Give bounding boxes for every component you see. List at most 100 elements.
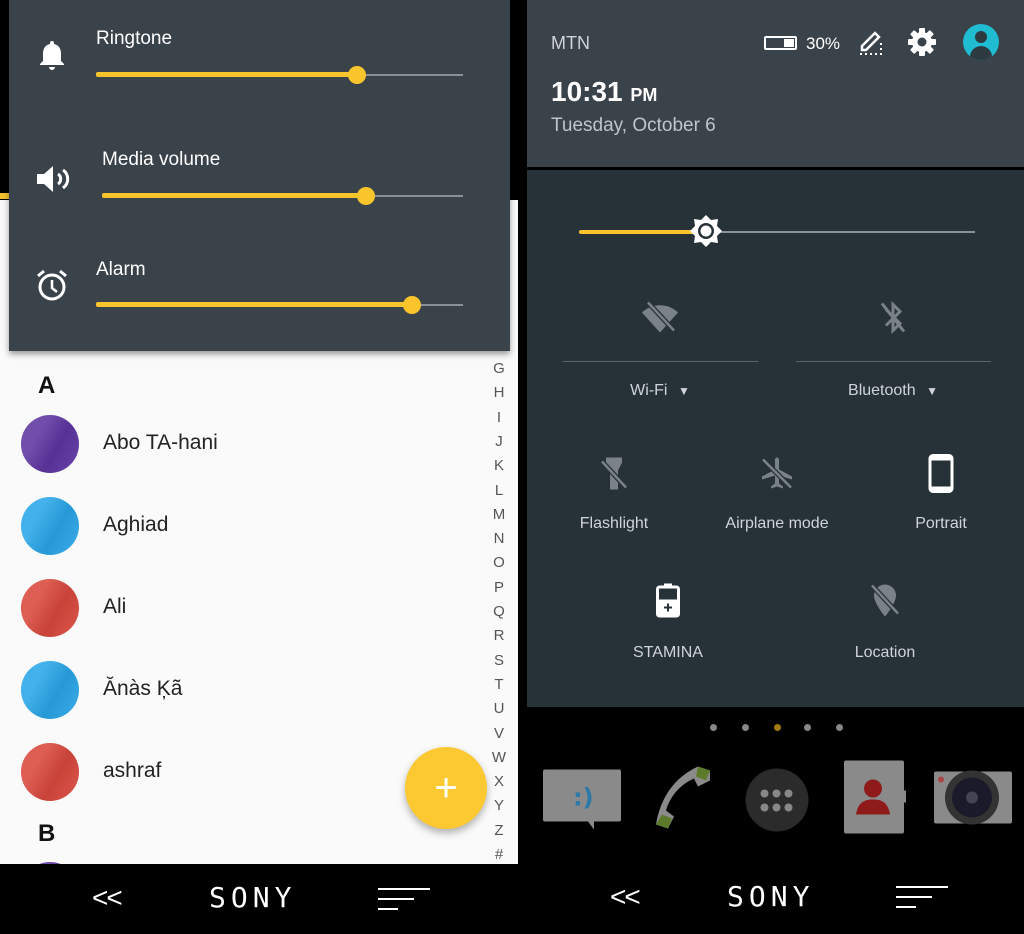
camera-icon[interactable] [934,770,1012,831]
index-letter[interactable]: I [489,409,509,426]
navigation-bar: << SONY [0,864,518,934]
page-indicator-dot[interactable] [710,724,717,731]
media-volume-label: Media volume [102,149,221,170]
app-drawer-icon[interactable] [745,768,809,832]
airplane-off-icon[interactable] [759,456,795,497]
page-indicator-dot[interactable] [742,724,749,731]
contact-row[interactable]: ashraf [0,743,470,801]
tile-label[interactable]: Airplane mode [725,515,828,533]
tile-bluetooth-label[interactable]: Bluetooth ▼ [848,382,938,400]
index-letter[interactable]: R [489,627,509,644]
carrier-name: MTN [551,33,590,53]
bluetooth-off-icon[interactable] [878,300,908,341]
contact-row[interactable]: Ănàs Ķã [0,661,470,719]
tile-label[interactable]: Flashlight [580,515,648,533]
recents-button[interactable] [378,888,430,918]
time-ampm: PM [630,85,658,105]
home-button[interactable]: SONY [209,881,296,914]
battery-percent: 30% [806,34,841,53]
dropdown-arrow-icon[interactable]: ▼ [926,384,938,398]
index-letter[interactable]: K [489,457,509,474]
contact-name: Ali [103,595,127,618]
contact-name: ashraf [103,759,162,782]
volume-panel: Ringtone Media volume Alarm [9,0,510,351]
phone-icon[interactable] [652,765,718,836]
contact-row[interactable]: Aghiad [0,497,470,555]
speaker-icon [34,159,74,199]
avatar [21,497,79,555]
dropdown-arrow-icon[interactable]: ▼ [678,384,690,398]
ringtone-slider[interactable] [96,66,463,84]
back-button[interactable]: << [610,881,641,913]
index-letter[interactable]: U [489,700,509,717]
index-letter[interactable]: L [489,482,509,499]
tile-label: Wi-Fi [630,382,668,399]
stamina-battery-icon[interactable] [656,583,680,623]
plus-icon: + [434,765,458,810]
notification-header: MTN 30% 10:31 PM Tuesday, October 6 [527,0,1024,167]
tile-wi-fi-label[interactable]: Wi-Fi ▼ [630,382,690,400]
index-letter[interactable]: P [489,579,509,596]
alarm-slider[interactable] [96,296,463,314]
index-letter[interactable]: X [489,773,509,790]
avatar [21,743,79,801]
wifi-off-icon[interactable] [640,300,680,340]
time-value: 10:31 [551,76,623,107]
page-indicator-dot[interactable] [774,724,781,731]
section-header-a: A [38,372,56,399]
index-letter[interactable]: O [489,554,509,571]
user-avatar-icon[interactable] [963,24,999,60]
index-letter[interactable]: V [489,725,509,742]
index-letter[interactable]: G [489,360,509,377]
index-letter[interactable]: S [489,652,509,669]
index-letter[interactable]: Z [489,822,509,839]
brightness-sun-icon[interactable] [688,213,724,254]
index-letter[interactable]: # [489,846,509,863]
edit-icon[interactable] [858,28,884,61]
bell-icon [32,35,72,75]
index-letter[interactable]: Q [489,603,509,620]
avatar [21,661,79,719]
media-volume-slider[interactable] [102,187,463,205]
contact-name: Ănàs Ķã [103,677,183,700]
slider-thumb[interactable] [347,66,366,84]
index-letter[interactable]: Y [489,797,509,814]
svg-text::): :) [573,784,594,812]
add-contact-button[interactable]: + [405,747,487,829]
portrait-icon[interactable] [928,454,954,499]
index-letter[interactable]: W [489,749,509,766]
tile-divider [796,361,991,362]
section-header-b: B [38,820,56,847]
recents-button[interactable] [896,886,948,916]
brightness-slider[interactable] [579,215,975,247]
index-letter[interactable]: T [489,676,509,693]
page-indicator-dot[interactable] [836,724,843,731]
date-label: Tuesday, October 6 [551,115,716,136]
settings-gear-icon[interactable] [907,27,937,62]
slider-thumb[interactable] [402,296,421,314]
quick-settings-panel: Wi-Fi ▼ Bluetooth ▼ Flashlight Airplane mod… [527,170,1024,707]
tile-label[interactable]: Portrait [915,515,967,533]
flashlight-off-icon[interactable] [599,456,629,497]
tile-label[interactable]: STAMINA [633,644,703,662]
page-indicator-dot[interactable] [804,724,811,731]
home-button[interactable]: SONY [727,880,814,913]
index-letter[interactable]: M [489,506,509,523]
contact-row[interactable]: Abo TA-hani [0,415,470,473]
back-button[interactable]: << [92,882,123,914]
contact-row[interactable]: Ali [0,579,470,637]
index-letter[interactable]: H [489,384,509,401]
tile-label[interactable]: Location [855,644,916,662]
contact-name: Abo TA-hani [103,431,218,454]
location-off-icon[interactable] [869,583,901,624]
alarm-label: Alarm [96,259,146,280]
navigation-bar-right: << SONY [520,864,1024,934]
messaging-icon[interactable]: :) [543,766,621,835]
index-letter[interactable]: J [489,433,509,450]
clock-time: 10:31 PM [551,76,657,108]
alarm-clock-icon [32,265,72,305]
contact-name: Aghiad [103,513,169,536]
slider-thumb[interactable] [356,187,375,205]
index-letter[interactable]: N [489,530,509,547]
contacts-icon[interactable] [844,760,906,840]
